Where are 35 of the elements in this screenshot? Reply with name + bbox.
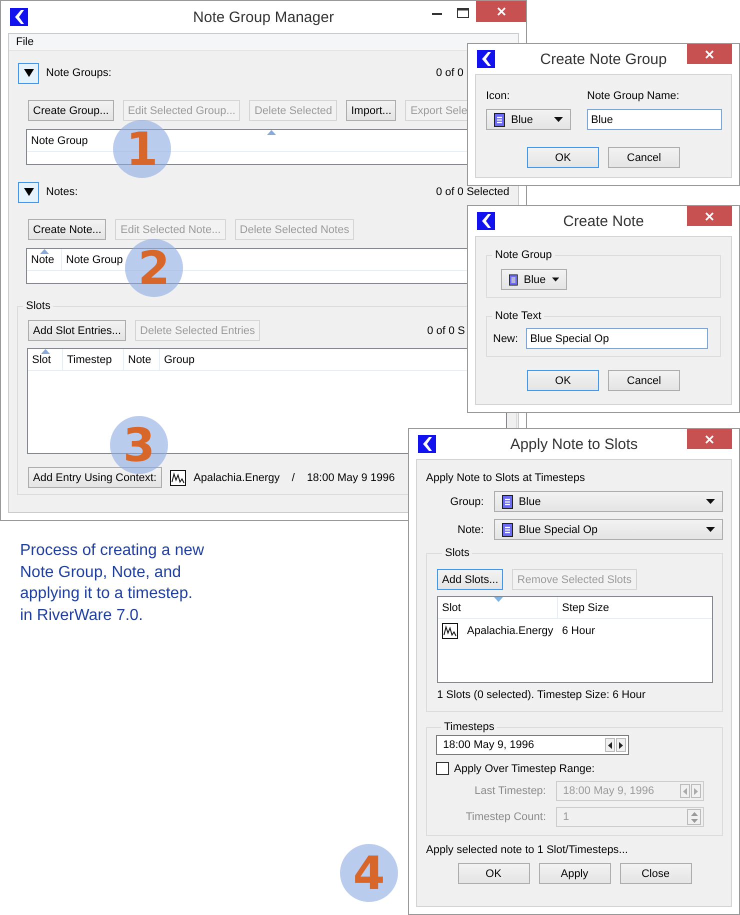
checkbox-label: Apply Over Timestep Range: [454, 762, 595, 774]
field-label: Icon: [486, 90, 511, 102]
field-label: Last Timestep: [474, 785, 546, 797]
window-title: Create Note [563, 212, 644, 230]
table-cell-text: 6 Hour [561, 625, 596, 637]
table-cell: Apalachia.Energy [467, 625, 554, 637]
caption-text: Process of creating a new Note Group, Note, and applying it to a timestep. in RiverWare 7.0. [20, 541, 206, 626]
dialog-heading: Apply Note to Slots at Timesteps [426, 472, 586, 484]
field-label: Timestep Count: [466, 811, 546, 823]
window-title: Create Note Group [540, 50, 667, 68]
status-text: 1 Slots (0 selected). Timestep Size: 6 Hour [437, 689, 646, 701]
separator-text: / [292, 472, 295, 484]
step-marker: 3 [110, 416, 168, 474]
timestep-text: 18:00 May 9 1996 [306, 472, 395, 484]
field-label: New: [493, 332, 518, 344]
field-label: Note: [456, 524, 484, 536]
group-label: Slots [444, 547, 470, 559]
section-label: Notes: [46, 186, 79, 198]
field-label: Note Group Name: [587, 90, 680, 102]
field-label: Group: [449, 496, 484, 508]
selection-count: 0 of 0 S [427, 324, 465, 336]
slot-name: Apalachia.Energy [194, 472, 280, 484]
group-label: Note Text [494, 310, 542, 322]
group-label: Timesteps [443, 721, 496, 733]
window-title: Note Group Manager [193, 8, 334, 26]
step-marker: 1 [113, 120, 171, 178]
selection-count: 0 of 0 Selected [436, 186, 510, 198]
group-label: Slots [25, 300, 52, 312]
status-text: Apply selected note to 1 Slot/Timesteps... [426, 844, 629, 856]
section-label: Note Groups: [46, 67, 112, 79]
selection-count: 0 of 0 [436, 67, 465, 79]
step-marker: 2 [125, 239, 183, 297]
group-label: Note Group [494, 249, 553, 261]
step-marker: 4 [340, 844, 398, 902]
window-title: Apply Note to Slots [510, 435, 638, 453]
